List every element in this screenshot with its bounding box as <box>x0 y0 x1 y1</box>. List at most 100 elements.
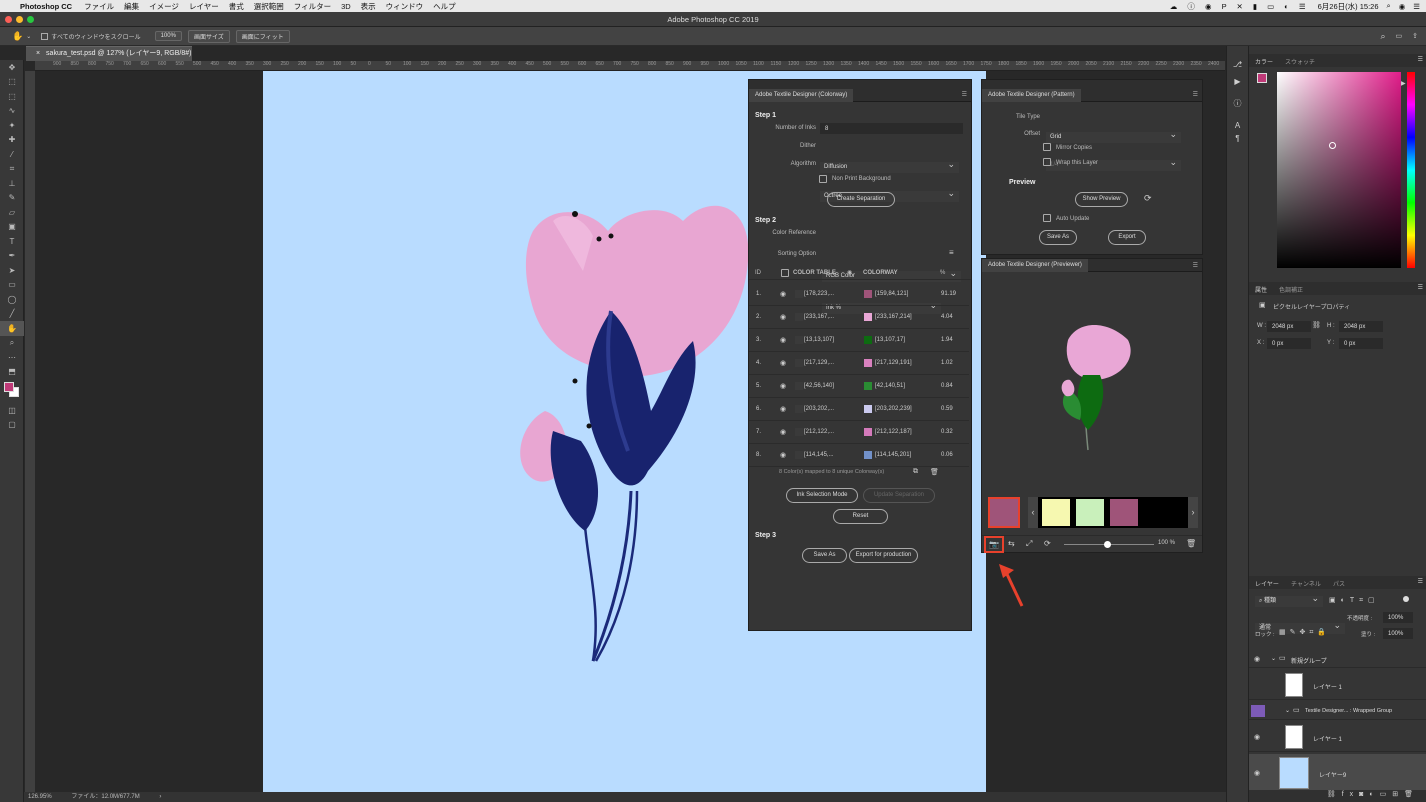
mask-icon[interactable]: ◙ <box>1359 791 1369 798</box>
panel-menu-icon[interactable]: ☰ <box>1193 262 1198 269</box>
copy-icon[interactable]: ⧉ <box>913 468 918 476</box>
num-inks-input[interactable]: 8 <box>820 123 963 134</box>
colorway-swatch[interactable] <box>864 382 872 390</box>
thumb-pink[interactable] <box>1110 499 1138 526</box>
color-table-row[interactable]: 3. ◉ [13,13,107] [13,107,17] 1.94 <box>749 329 969 352</box>
rectangle-tool-icon[interactable]: ▭ <box>0 278 24 293</box>
ellipse-tool-icon[interactable]: ◯ <box>0 292 24 307</box>
history-icon[interactable]: ⎇ <box>1227 60 1248 69</box>
colorway-swatch[interactable] <box>864 313 872 321</box>
menu-file[interactable]: ファイル <box>84 1 114 12</box>
fit-screen-button[interactable]: 画面サイズ <box>187 29 230 43</box>
layer-row[interactable]: ◉ レイヤー9 <box>1249 754 1426 792</box>
layer-row[interactable]: ◉ レイヤー 1 <box>1249 722 1426 752</box>
brush-tool-icon[interactable]: ✎ <box>0 191 24 206</box>
screen-mode-icon[interactable]: ▢ <box>0 418 24 433</box>
non-print-bg-checkbox[interactable] <box>819 175 827 183</box>
tile-type-select[interactable]: Grid <box>1046 129 1181 143</box>
menu-filter[interactable]: フィルター <box>294 1 331 12</box>
foreground-color[interactable] <box>4 382 14 392</box>
filter-toggle-icon[interactable] <box>1403 596 1409 602</box>
eye-icon[interactable]: ◉ <box>780 313 786 321</box>
marquee-tool-icon[interactable]: ⬚ <box>0 89 24 104</box>
eye-icon[interactable]: ◉ <box>780 405 786 413</box>
create-separation-button[interactable]: Create Separation <box>827 192 895 207</box>
quick-mask-icon[interactable]: ◫ <box>0 403 24 418</box>
close-window-button[interactable] <box>5 16 12 23</box>
control-center-icon[interactable]: ☰ <box>1413 2 1420 11</box>
mirror-copies-checkbox[interactable] <box>1043 143 1051 151</box>
thumb-yellow[interactable] <box>1042 499 1070 526</box>
delete-layer-icon[interactable]: 🗑 <box>1404 791 1419 798</box>
colorway-swatch[interactable] <box>864 359 872 367</box>
panel-menu-icon[interactable]: ☰ <box>1418 56 1423 63</box>
default-colors-icon[interactable]: ⬒ <box>0 365 24 380</box>
fill-input[interactable]: 100% <box>1383 628 1413 639</box>
layer-thumbnail[interactable] <box>1279 757 1309 789</box>
colorway-panel-title[interactable]: Adobe Textile Designer (Colorway) <box>749 89 854 102</box>
eye-icon[interactable]: ◉ <box>780 359 786 367</box>
preview-thumb-selected[interactable] <box>988 497 1020 528</box>
trash-icon[interactable]: 🗑 <box>1186 539 1196 548</box>
color-picker-cursor[interactable] <box>1329 142 1336 149</box>
tool-preset-chevron-icon[interactable]: ⌄ <box>26 33 31 40</box>
layer-group-row[interactable]: ◉ ⌄ ▭ 新規グループ <box>1249 650 1426 668</box>
color-table-row[interactable]: 4. ◉ [217,129,... [217,129,191] 1.02 <box>749 352 969 375</box>
color-field[interactable] <box>1277 72 1401 268</box>
previewer-panel-title[interactable]: Adobe Textile Designer (Previewer) <box>982 259 1088 272</box>
layer-kind-filter[interactable]: ⌕ 種類 <box>1255 593 1323 607</box>
zoom-tool-icon[interactable]: ⌕ <box>0 336 24 351</box>
search-icon[interactable]: ⌕ <box>1387 1 1391 11</box>
hue-pointer-icon[interactable]: ▶ <box>1401 80 1406 87</box>
color-swatches[interactable] <box>0 379 23 403</box>
actions-icon[interactable]: ▶ <box>1227 77 1248 86</box>
color-fg-swatch[interactable] <box>1257 73 1267 83</box>
fit-icon[interactable]: ⤢ <box>1026 539 1032 549</box>
eye-icon[interactable]: ◉ <box>780 382 786 390</box>
tab-adjustments[interactable]: 色調補正 <box>1279 285 1303 294</box>
siri-icon[interactable]: ◉ <box>1399 2 1406 11</box>
eye-icon[interactable]: ◉ <box>780 428 786 436</box>
thumb-green[interactable] <box>1076 499 1104 526</box>
lock-icons[interactable]: ▦✎✥⌗🔒 <box>1279 628 1330 637</box>
color-table-row[interactable]: 8. ◉ [114,145,... [114,145,201] 0.06 <box>749 444 969 467</box>
gradient-tool-icon[interactable]: ▣ <box>0 220 24 235</box>
color-table-row[interactable]: 7. ◉ [212,122,... [212,122,187] 0.32 <box>749 421 969 444</box>
type-tool-icon[interactable]: T <box>0 234 24 249</box>
chevron-down-icon[interactable]: ⌄ <box>1271 655 1276 662</box>
magic-wand-tool-icon[interactable]: ✦ <box>0 118 24 133</box>
tab-layers[interactable]: レイヤー <box>1255 579 1279 588</box>
path-select-tool-icon[interactable]: ➤ <box>0 263 24 278</box>
zoom-100-button[interactable]: 100% <box>154 31 182 41</box>
pattern-save-as-button[interactable]: Save As <box>1039 230 1077 245</box>
panel-menu-icon[interactable]: ☰ <box>962 91 967 98</box>
colorway-swatch[interactable] <box>864 336 872 344</box>
artboard-tool-icon[interactable]: ⬚ <box>0 75 24 90</box>
sort-order-icon[interactable]: ≡ <box>949 248 954 257</box>
minimize-window-button[interactable] <box>16 16 23 23</box>
update-separation-button[interactable]: Update Separation <box>863 488 935 503</box>
width-input[interactable]: 2048 px <box>1267 321 1311 332</box>
select-all-checkbox[interactable] <box>781 269 789 277</box>
show-preview-button[interactable]: Show Preview <box>1075 192 1128 207</box>
x-input[interactable]: 0 px <box>1267 338 1311 349</box>
menu-window[interactable]: ウィンドウ <box>386 1 424 12</box>
reset-button[interactable]: Reset <box>833 509 888 524</box>
preview-image[interactable] <box>988 280 1199 491</box>
pattern-export-button[interactable]: Export <box>1108 230 1146 245</box>
eye-icon[interactable]: ◉ <box>780 290 786 298</box>
menu-help[interactable]: ヘルプ <box>433 1 456 12</box>
ink-selection-button[interactable]: Ink Selection Mode <box>786 488 858 503</box>
stamp-tool-icon[interactable]: ⊥ <box>0 176 24 191</box>
colorway-badge-icon[interactable] <box>1251 705 1265 717</box>
app-menu[interactable]: Photoshop CC <box>20 2 72 11</box>
tab-color[interactable]: カラー <box>1255 57 1273 66</box>
save-as-button[interactable]: Save As <box>802 548 847 563</box>
layer-row[interactable]: レイヤー 1 <box>1249 670 1426 700</box>
pattern-panel-title[interactable]: Adobe Textile Designer (Pattern) <box>982 89 1081 102</box>
color-table-row[interactable]: 2. ◉ [233,167,... [233,167,214] 4.04 <box>749 306 969 329</box>
lasso-tool-icon[interactable]: ∿ <box>0 104 24 119</box>
dither-select[interactable]: Diffusion <box>820 159 959 173</box>
line-tool-icon[interactable]: ╱ <box>0 307 24 322</box>
menu-type[interactable]: 書式 <box>229 1 244 12</box>
